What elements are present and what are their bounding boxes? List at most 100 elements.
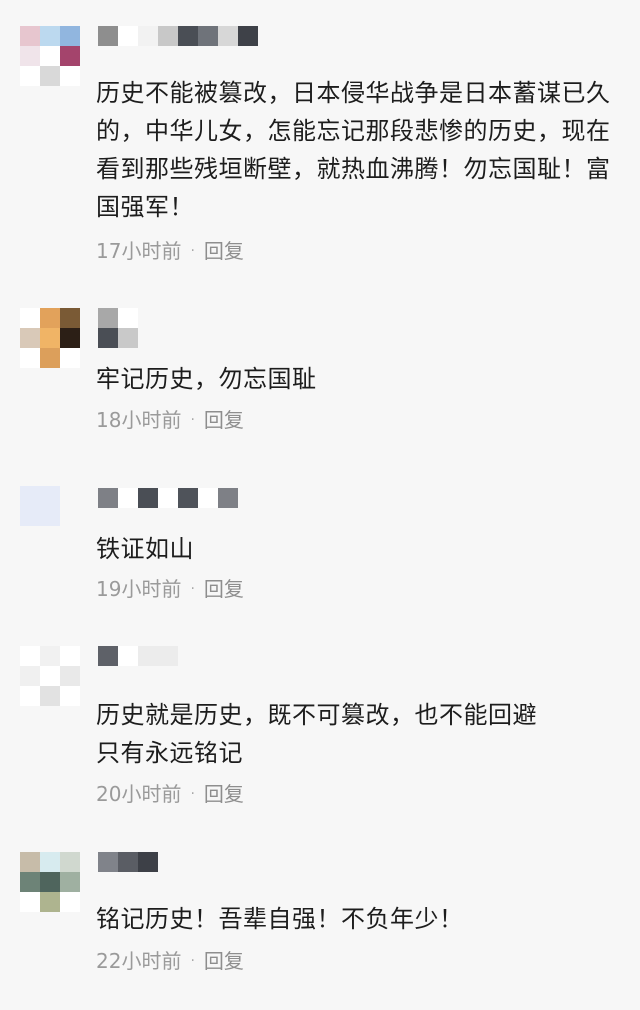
- username-mosaic-cell: [118, 26, 138, 46]
- avatar[interactable]: [20, 646, 80, 706]
- username-mosaic-cell: [98, 308, 118, 328]
- avatar-mosaic-cell: [60, 646, 80, 666]
- avatar-mosaic-cell: [40, 872, 60, 892]
- avatar-mosaic-cell: [40, 506, 60, 526]
- username-mosaic-cell: [118, 488, 138, 508]
- meta-separator: ·: [190, 581, 195, 597]
- comment-meta: 22小时前 · 回复: [96, 949, 244, 973]
- avatar-mosaic-cell: [20, 66, 40, 86]
- avatar-mosaic-cell: [20, 26, 40, 46]
- username-mosaic-cell: [98, 852, 118, 872]
- username-mosaic-cell: [98, 646, 118, 666]
- comment-time: 22小时前: [96, 949, 182, 973]
- avatar-mosaic-cell: [60, 872, 80, 892]
- avatar-mosaic-cell: [60, 26, 80, 46]
- reply-button[interactable]: 回复: [204, 782, 244, 806]
- avatar-mosaic-cell: [20, 486, 40, 506]
- avatar[interactable]: [20, 852, 80, 912]
- username-mosaic-cell: [158, 26, 178, 46]
- avatar-mosaic-cell: [40, 666, 60, 686]
- comment-text: 历史不能被篡改，日本侵华战争是日本蓄谋已久的，中华儿女，怎能忘记那段悲惨的历史，…: [96, 79, 611, 221]
- avatar-mosaic-cell: [40, 46, 60, 66]
- avatar-mosaic-cell: [60, 666, 80, 686]
- username-mosaic-cell: [238, 26, 258, 46]
- avatar[interactable]: [20, 486, 60, 526]
- meta-separator: ·: [190, 243, 195, 259]
- username-blurred[interactable]: [98, 26, 258, 46]
- avatar-mosaic-cell: [40, 852, 60, 872]
- username-mosaic-cell: [98, 328, 118, 348]
- username-mosaic-cell: [158, 488, 178, 508]
- avatar-mosaic-cell: [60, 892, 80, 912]
- avatar-mosaic-cell: [40, 348, 60, 368]
- avatar-mosaic-cell: [60, 348, 80, 368]
- avatar-mosaic-cell: [20, 348, 40, 368]
- avatar-mosaic-cell: [60, 308, 80, 328]
- comment-meta: 20小时前 · 回复: [96, 782, 244, 806]
- meta-separator: ·: [190, 412, 195, 428]
- avatar-mosaic-cell: [60, 66, 80, 86]
- avatar-mosaic-cell: [20, 852, 40, 872]
- comment-text: 历史就是历史，既不可篡改，也不能回避 只有永远铭记: [96, 701, 537, 767]
- avatar-mosaic-cell: [40, 686, 60, 706]
- username-mosaic-cell: [218, 26, 238, 46]
- username-mosaic-cell: [98, 26, 118, 46]
- comment-time: 19小时前: [96, 577, 182, 601]
- reply-button[interactable]: 回复: [204, 577, 244, 601]
- avatar-mosaic-cell: [40, 646, 60, 666]
- avatar-mosaic-cell: [20, 686, 40, 706]
- username-mosaic-cell: [218, 488, 238, 508]
- username-mosaic-cell: [98, 488, 118, 508]
- username-blurred[interactable]: [98, 308, 138, 348]
- comment-list: 历史不能被篡改，日本侵华战争是日本蓄谋已久的，中华儿女，怎能忘记那段悲惨的历史，…: [0, 0, 640, 1010]
- username-mosaic-cell: [118, 852, 138, 872]
- reply-button[interactable]: 回复: [204, 239, 244, 263]
- avatar-mosaic-cell: [40, 328, 60, 348]
- username-blurred[interactable]: [98, 852, 158, 872]
- username-blurred[interactable]: [98, 488, 238, 508]
- avatar-mosaic-cell: [20, 666, 40, 686]
- username-mosaic-cell: [138, 26, 158, 46]
- avatar-mosaic-cell: [40, 892, 60, 912]
- avatar-mosaic-cell: [40, 486, 60, 506]
- username-blurred[interactable]: [98, 646, 178, 686]
- avatar-mosaic-cell: [20, 872, 40, 892]
- username-mosaic-cell: [118, 308, 138, 328]
- username-mosaic-cell: [118, 328, 138, 348]
- avatar-mosaic-cell: [40, 308, 60, 328]
- comment-meta: 17小时前 · 回复: [96, 239, 244, 263]
- username-mosaic-cell: [138, 488, 158, 508]
- username-mosaic-cell: [178, 26, 198, 46]
- avatar-mosaic-cell: [20, 46, 40, 66]
- avatar-mosaic-cell: [20, 646, 40, 666]
- reply-button[interactable]: 回复: [204, 408, 244, 432]
- meta-separator: ·: [190, 786, 195, 802]
- comment-time: 17小时前: [96, 239, 182, 263]
- avatar-mosaic-cell: [20, 328, 40, 348]
- avatar-mosaic-cell: [20, 892, 40, 912]
- comment-time: 20小时前: [96, 782, 182, 806]
- avatar-mosaic-cell: [40, 26, 60, 46]
- comment-time: 18小时前: [96, 408, 182, 432]
- comment-text: 铁证如山: [96, 535, 194, 563]
- avatar[interactable]: [20, 308, 80, 368]
- avatar[interactable]: [20, 26, 80, 86]
- username-mosaic-cell: [198, 488, 218, 508]
- username-mosaic-cell: [138, 852, 158, 872]
- avatar-mosaic-cell: [60, 46, 80, 66]
- avatar-mosaic-cell: [20, 506, 40, 526]
- avatar-mosaic-cell: [20, 308, 40, 328]
- avatar-mosaic-cell: [60, 328, 80, 348]
- username-mosaic-cell: [118, 646, 138, 666]
- meta-separator: ·: [190, 953, 195, 969]
- avatar-mosaic-cell: [40, 66, 60, 86]
- avatar-mosaic-cell: [60, 852, 80, 872]
- comment-meta: 18小时前 · 回复: [96, 408, 244, 432]
- username-mosaic-cell: [138, 646, 158, 666]
- reply-button[interactable]: 回复: [204, 949, 244, 973]
- username-mosaic-cell: [158, 646, 178, 666]
- username-mosaic-cell: [178, 488, 198, 508]
- comment-text: 牢记历史，勿忘国耻: [96, 365, 317, 393]
- username-mosaic-cell: [198, 26, 218, 46]
- comment-text: 铭记历史！吾辈自强！不负年少！: [96, 905, 464, 933]
